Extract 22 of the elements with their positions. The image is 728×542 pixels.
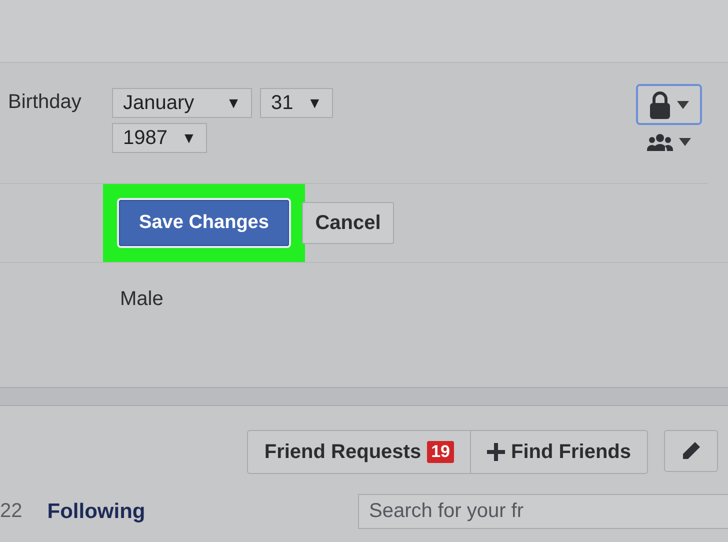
gender-value: Male [120,288,164,310]
save-button[interactable]: Save Changes [119,200,289,246]
date-select[interactable]: 1987 ▼ [112,123,208,153]
field-label: Birthday [7,90,82,115]
caret-icon [679,138,691,146]
pencil-icon [681,441,701,461]
privacy-button[interactable] [636,84,702,125]
caret-icon [677,100,689,108]
following-link[interactable]: Following [47,500,146,524]
search-field[interactable]: Search for your fr [358,494,728,529]
edit-button[interactable] [664,430,718,472]
people-icon [647,133,673,151]
cancel-button[interactable]: Cancel [302,202,394,244]
plus-icon [487,443,505,461]
count-text: 22 [0,500,22,523]
count-badge: 19 [427,441,454,463]
friend-requests-button[interactable]: Friend Requests 19 [248,431,470,473]
lock-icon [649,90,671,118]
audience-selector[interactable] [647,133,691,151]
find-friends-button[interactable]: Find Friends [470,431,647,473]
date-select[interactable]: 31 ▼ [260,88,334,118]
date-select[interactable]: January ▼ [112,88,252,118]
